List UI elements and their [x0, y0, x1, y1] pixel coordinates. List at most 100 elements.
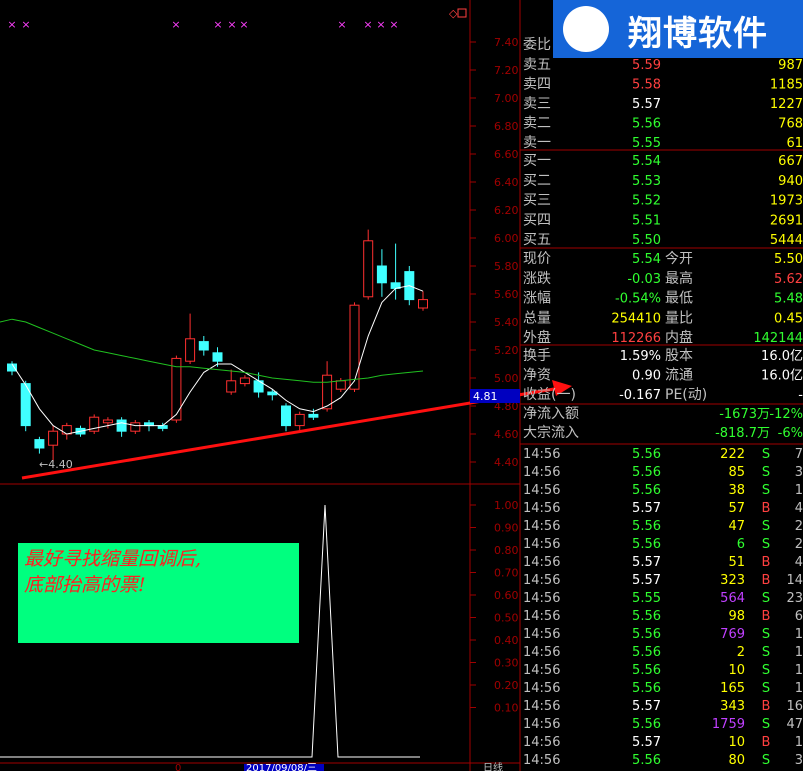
flow-amount: -1673万 — [719, 407, 770, 422]
tick-volume: 57 — [728, 501, 745, 516]
candle-body — [294, 413, 305, 427]
price-axis-label: 6.40 — [494, 176, 519, 189]
sell-level-label: 卖一 — [523, 135, 551, 151]
tick-count: 1 — [795, 681, 803, 696]
tick-price: 5.56 — [632, 627, 661, 642]
logo-globe-icon — [563, 6, 609, 52]
price-axis-label: 5.20 — [494, 344, 519, 357]
price-axis-label: 4.40 — [494, 456, 519, 469]
quote-label: 今开 — [665, 251, 693, 267]
fundamental-value: -0.167 — [619, 388, 661, 403]
indicator-axis-label: 0.30 — [494, 657, 519, 670]
tick-volume: 47 — [728, 519, 745, 534]
tick-count: 23 — [786, 591, 803, 606]
tick-count: 16 — [786, 699, 803, 714]
price-axis-label: 5.40 — [494, 316, 519, 329]
tick-side: S — [762, 717, 770, 732]
annotation-line-2: 底部抬高的票! — [24, 574, 146, 596]
tick-side: B — [762, 735, 771, 750]
candle-body — [281, 405, 291, 427]
tick-side: B — [762, 555, 771, 570]
tick-volume: 222 — [720, 447, 745, 462]
tick-side: B — [762, 501, 771, 516]
annotation-line-1: 最好寻找缩量回调后, — [24, 548, 202, 570]
tick-time: 14:56 — [523, 483, 560, 498]
tick-price: 5.57 — [632, 699, 661, 714]
indicator-axis-label: 0.90 — [494, 522, 519, 535]
tick-count: 7 — [795, 447, 803, 462]
indicator-axis-label: 0.60 — [494, 589, 519, 602]
buy-level-label: 买二 — [523, 173, 551, 189]
fundamental-value: 1.59% — [620, 349, 661, 364]
sell-level-label: 卖二 — [523, 116, 551, 132]
tick-time: 14:56 — [523, 447, 560, 462]
tick-count: 2 — [795, 519, 803, 534]
tick-time: 14:56 — [523, 465, 560, 480]
fundamental-label: 收益(一) — [523, 387, 576, 403]
tick-volume: 10 — [728, 663, 745, 678]
fundamental-label: 净资 — [523, 368, 551, 384]
annotation-text: 最好寻找缩量回调后, 底部抬高的票! — [24, 546, 201, 598]
quote-value: 142144 — [753, 331, 803, 346]
candle-body — [212, 352, 223, 362]
tick-price: 5.56 — [632, 483, 661, 498]
tick-price: 5.56 — [632, 663, 661, 678]
tick-count: 3 — [795, 465, 803, 480]
tick-volume: 80 — [728, 753, 745, 768]
sell-level-volume: 61 — [786, 136, 803, 151]
tick-count: 1 — [795, 663, 803, 678]
fundamental-label: 流通 — [665, 368, 693, 384]
price-axis-label: 7.40 — [494, 36, 519, 49]
tick-volume: 564 — [720, 591, 745, 606]
tick-price: 5.56 — [632, 645, 661, 660]
price-axis-label: 6.80 — [494, 120, 519, 133]
fundamental-value: 0.90 — [632, 369, 661, 384]
tick-time: 14:56 — [523, 627, 560, 642]
tick-volume: 98 — [728, 609, 745, 624]
tick-price: 5.56 — [632, 537, 661, 552]
flow-amount: -818.7万 — [715, 426, 770, 441]
tick-volume: 1759 — [712, 717, 745, 732]
tick-count: 6 — [795, 609, 803, 624]
tick-price: 5.57 — [632, 735, 661, 750]
tick-price: 5.56 — [632, 519, 661, 534]
tick-price: 5.56 — [632, 681, 661, 696]
tick-price: 5.56 — [632, 447, 661, 462]
price-axis-label: 5.60 — [494, 288, 519, 301]
fundamental-value: 16.0亿 — [761, 369, 803, 384]
candle-body — [130, 422, 141, 432]
price-axis-label: 7.00 — [494, 92, 519, 105]
quote-label: 最低 — [665, 291, 693, 307]
tick-volume: 769 — [720, 627, 745, 642]
candle-body — [171, 357, 182, 421]
fundamental-label: 股本 — [665, 348, 693, 364]
candle-body — [226, 380, 237, 393]
cursor-price-value: 4.81 — [473, 390, 498, 403]
indicator-axis-label: 0.50 — [494, 612, 519, 625]
candle-body — [308, 413, 319, 418]
candle-body — [185, 338, 196, 362]
flow-label: 净流入额 — [523, 406, 579, 422]
tick-count: 14 — [786, 573, 803, 588]
buy-level-label: 买三 — [523, 193, 551, 209]
quote-value: 5.54 — [632, 252, 661, 267]
tick-count: 2 — [795, 537, 803, 552]
buy-level-label: 买五 — [523, 232, 551, 248]
restore-icon — [457, 8, 467, 18]
tick-volume: 38 — [728, 483, 745, 498]
tick-time: 14:56 — [523, 537, 560, 552]
indicator-axis-label: 0.80 — [494, 544, 519, 557]
candle-body — [48, 430, 59, 446]
candle-body — [418, 299, 428, 309]
tick-price: 5.57 — [632, 501, 661, 516]
tick-price: 5.57 — [632, 555, 661, 570]
indicator-axis-label: 0.20 — [494, 679, 519, 692]
signal-marker-icon: × — [21, 18, 30, 31]
price-axis-label: 6.00 — [494, 232, 519, 245]
price-axis-label: 6.20 — [494, 204, 519, 217]
tick-count: 4 — [795, 501, 803, 516]
tick-side: B — [762, 699, 771, 714]
diamond-icon: ◇ — [449, 7, 458, 20]
tick-side: S — [762, 483, 770, 498]
candle-body — [61, 425, 72, 435]
